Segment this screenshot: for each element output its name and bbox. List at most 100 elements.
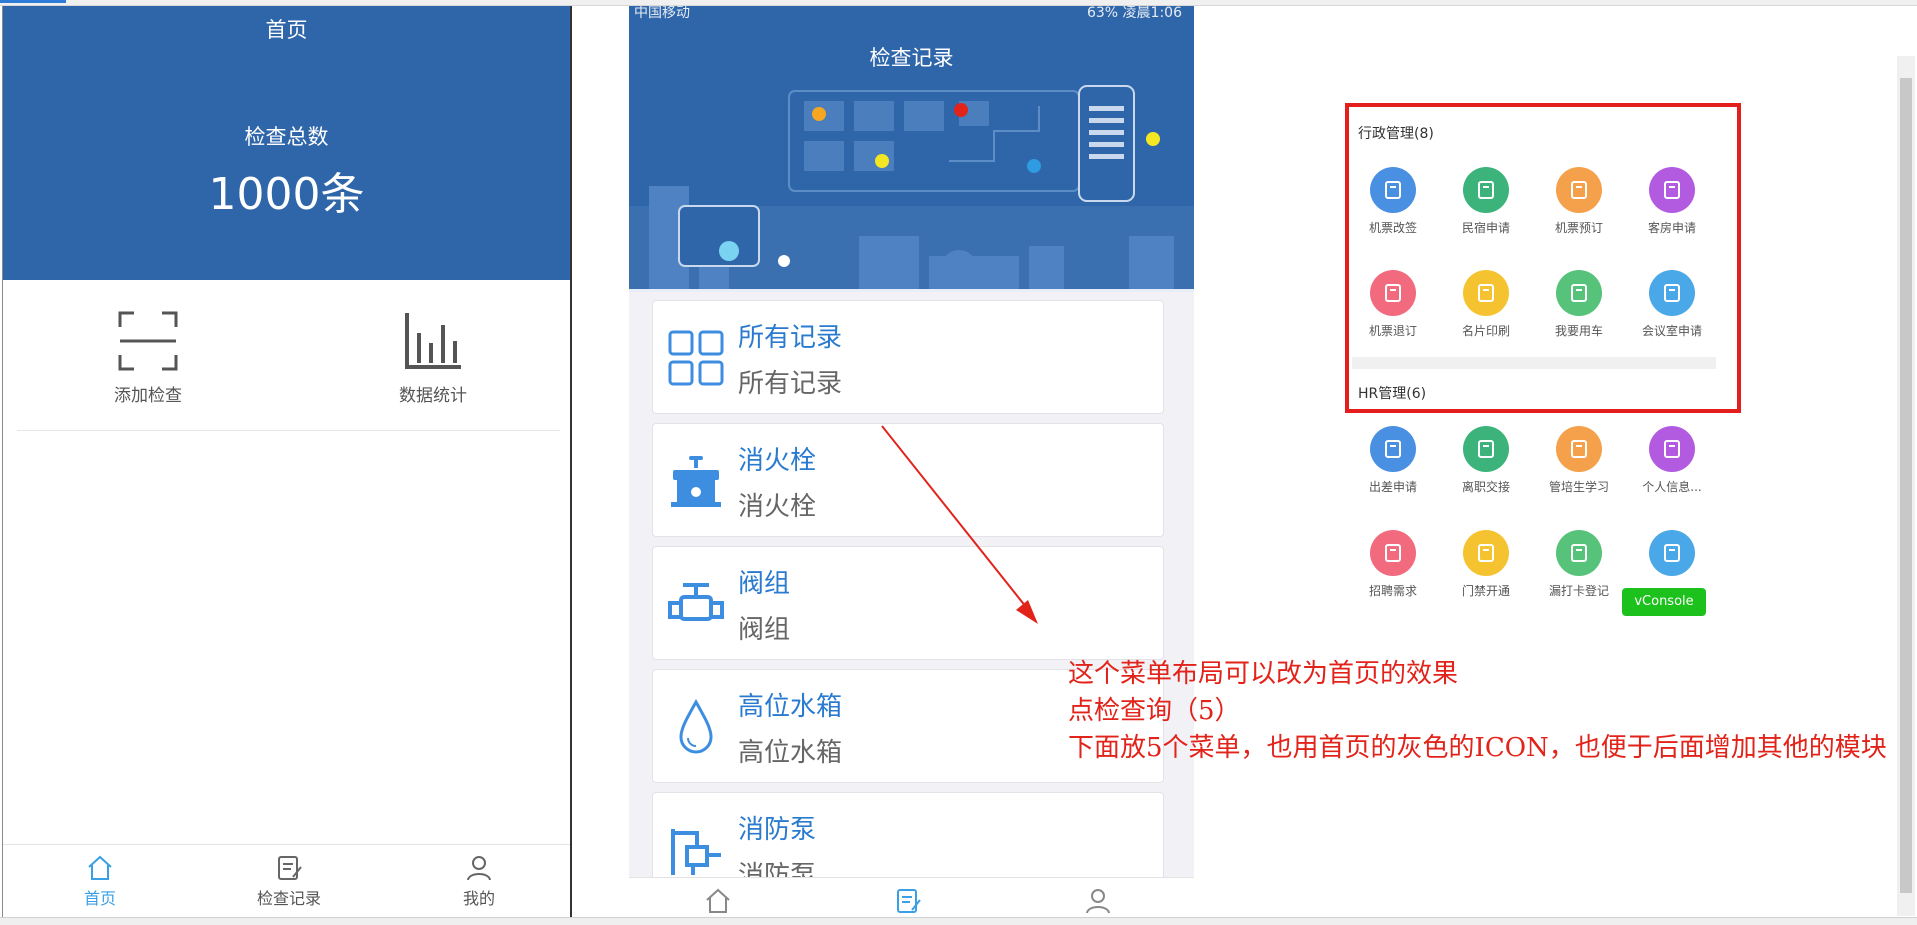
pump-icon	[671, 829, 721, 875]
record-icon[interactable]	[894, 888, 922, 914]
page-scrollbar[interactable]	[1897, 56, 1915, 916]
menu-item-icon	[1370, 426, 1416, 472]
home-icon[interactable]	[704, 888, 732, 914]
home-divider	[17, 430, 560, 431]
menu-item[interactable]: 离职交接	[1440, 426, 1532, 495]
red-arrow	[881, 425, 1038, 624]
record-item-title: 所有记录	[738, 323, 843, 353]
statistics-label: 数据统计	[399, 386, 467, 406]
record-item-title: 高位水箱	[738, 692, 843, 722]
menu-item-icon	[1463, 270, 1509, 316]
menu-item-label: 机票预订	[1554, 221, 1603, 235]
active-tab-indicator	[0, 0, 66, 3]
menu-item-icon	[1463, 426, 1509, 472]
menu-item-icon	[1463, 530, 1509, 576]
record-item-subtitle: 高位水箱	[738, 738, 843, 768]
home-title: 首页	[265, 18, 308, 42]
menu-item-label: 客房申请	[1647, 221, 1696, 235]
menu-item[interactable]: 招聘需求	[1347, 530, 1439, 599]
menu-item-label: 民宿申请	[1461, 221, 1510, 235]
record-item-subtitle: 阀组	[738, 615, 791, 645]
menu-item-icon	[1556, 426, 1602, 472]
annotation-line: 这个菜单布局可以改为首页的效果	[1068, 659, 1459, 689]
screenshot-stage: 首页 检查总数 1000条 添加检查 数据统计 首页 检查记录 我的 中国移动 …	[0, 0, 1917, 925]
menu-item-label: 机票退订	[1368, 324, 1417, 338]
page-bottom-edge	[0, 917, 1917, 925]
menu-item-icon	[1370, 530, 1416, 576]
record-item-subtitle: 所有记录	[738, 369, 843, 399]
tab-home-label: 首页	[83, 889, 116, 908]
home-phone-panel: 首页 检查总数 1000条 添加检查 数据统计 首页 检查记录 我的	[2, 6, 572, 919]
statistics-button[interactable]: 数据统计	[363, 311, 503, 406]
menu-item-icon	[1649, 426, 1695, 472]
record-item-fire-pump[interactable]: 消防泵 消防泵	[652, 792, 1164, 877]
record-item-subtitle: 消火栓	[738, 492, 817, 522]
menu-item[interactable]: 管培生学习	[1533, 426, 1625, 495]
menu-item-label: 我要用车	[1554, 324, 1603, 338]
records-tab-bar	[629, 877, 1194, 917]
menu-item[interactable]: 会议室申请	[1626, 270, 1718, 339]
record-item-title: 阀组	[738, 569, 791, 599]
menu-item[interactable]: 门禁开通	[1440, 530, 1532, 599]
scan-icon	[118, 311, 178, 371]
grid-icon	[668, 330, 724, 386]
tab-mine[interactable]: 我的	[419, 845, 539, 909]
record-item-all[interactable]: 所有记录 所有记录	[652, 300, 1164, 414]
vconsole-button[interactable]: vConsole	[1622, 588, 1706, 616]
menu-item[interactable]: 漏打卡登记	[1533, 530, 1625, 599]
menu-item-icon	[1556, 167, 1602, 213]
record-item-title: 消火栓	[738, 446, 817, 476]
add-check-label: 添加检查	[114, 386, 182, 406]
valve-icon	[668, 583, 724, 621]
hydrant-icon	[671, 456, 721, 507]
menu-item[interactable]: 机票退订	[1347, 270, 1439, 339]
record-item-title: 消防泵	[738, 815, 817, 845]
water-drop-icon	[679, 698, 713, 754]
menu-item[interactable]: 民宿申请	[1440, 167, 1532, 236]
bar-chart-icon	[405, 313, 461, 369]
record-icon	[278, 856, 302, 880]
menu-item[interactable]: 机票预订	[1533, 167, 1625, 236]
menu-item[interactable]: 客房申请	[1626, 167, 1718, 236]
user-icon[interactable]	[1084, 888, 1112, 914]
menu-item-label: 门禁开通	[1461, 584, 1510, 598]
tab-records-label: 检查记录	[256, 889, 321, 908]
tab-mine-label: 我的	[462, 889, 495, 908]
menu-item[interactable]: 机票改签	[1347, 167, 1439, 236]
menu-item-label: 名片印刷	[1461, 324, 1510, 338]
record-item-subtitle: 消防泵	[738, 861, 817, 877]
menu-item-icon	[1556, 530, 1602, 576]
scrollbar-thumb[interactable]	[1900, 78, 1912, 893]
menu-item[interactable]: 我要用车	[1533, 270, 1625, 339]
tab-home[interactable]: 首页	[40, 845, 160, 909]
menu-item[interactable]: 个人信息...	[1626, 426, 1718, 495]
menu-item-label: 机票改签	[1368, 221, 1417, 235]
annotation-note: 这个菜单布局可以改为首页的效果 点检查询（5） 下面放5个菜单，也用首页的灰色的…	[1068, 656, 1898, 767]
tab-records[interactable]: 检查记录	[229, 845, 349, 909]
home-icon	[88, 855, 112, 880]
menu-item-icon	[1649, 167, 1695, 213]
menu-item-label: 离职交接	[1461, 480, 1510, 494]
menu-item-icon	[1649, 270, 1695, 316]
menu-item-icon	[1556, 270, 1602, 316]
menu-item-icon	[1370, 167, 1416, 213]
menu-item-label: 漏打卡登记	[1548, 584, 1609, 598]
menu-item[interactable]: 出差申请	[1347, 426, 1439, 495]
annotation-line: 下面放5个菜单，也用首页的灰色的ICON，也便于后面增加其他的模块	[1068, 733, 1887, 763]
menu-item[interactable]: 名片印刷	[1440, 270, 1532, 339]
annotation-line: 点检查询（5）	[1068, 696, 1241, 726]
total-checks-label: 检查总数	[244, 125, 329, 149]
menu-item-icon	[1370, 270, 1416, 316]
city-illustration	[629, 85, 1194, 292]
total-checks-value: 1000条	[208, 169, 365, 220]
home-hero: 首页 检查总数 1000条	[3, 6, 570, 280]
menu-item-label: 个人信息...	[1642, 480, 1702, 494]
menu-item-icon	[1649, 530, 1695, 576]
menu-item-label: 管培生学习	[1548, 480, 1609, 494]
records-header: 中国移动 63% 凌晨1:06 检查记录	[629, 6, 1194, 292]
menu-item[interactable]	[1626, 530, 1718, 582]
menu-item-icon	[1463, 167, 1509, 213]
menu-item-label: 招聘需求	[1368, 584, 1417, 598]
add-check-button[interactable]: 添加检查	[78, 311, 218, 406]
menu-item-label: 会议室申请	[1641, 324, 1702, 338]
